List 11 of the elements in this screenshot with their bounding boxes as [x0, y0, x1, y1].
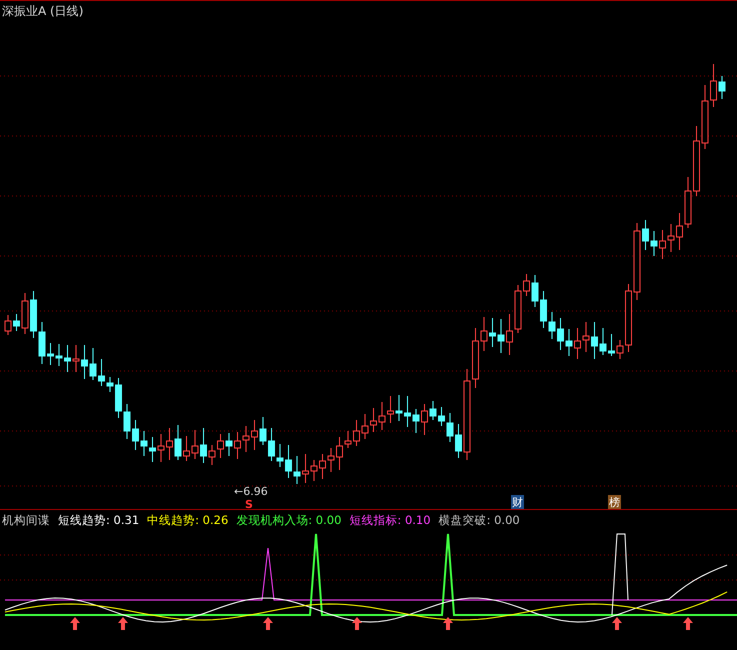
signal-marker: S — [245, 498, 253, 511]
legend-item: 短线趋势: 0.31 — [58, 513, 140, 528]
event-tag[interactable]: 财 — [511, 495, 524, 510]
legend-item: 短线指标: 0.10 — [349, 513, 431, 528]
legend-item: 发现机构入场: 0.00 — [236, 513, 342, 528]
indicator-name: 机构间谍 — [2, 513, 50, 528]
legend-item: 横盘突破: 0.00 — [438, 513, 520, 528]
chart-title: 深振业A (日线) — [2, 3, 84, 20]
event-tag[interactable]: 榜 — [608, 495, 621, 510]
low-price-label: ←6.96 — [234, 485, 268, 498]
legend-item: 中线趋势: 0.26 — [147, 513, 228, 528]
